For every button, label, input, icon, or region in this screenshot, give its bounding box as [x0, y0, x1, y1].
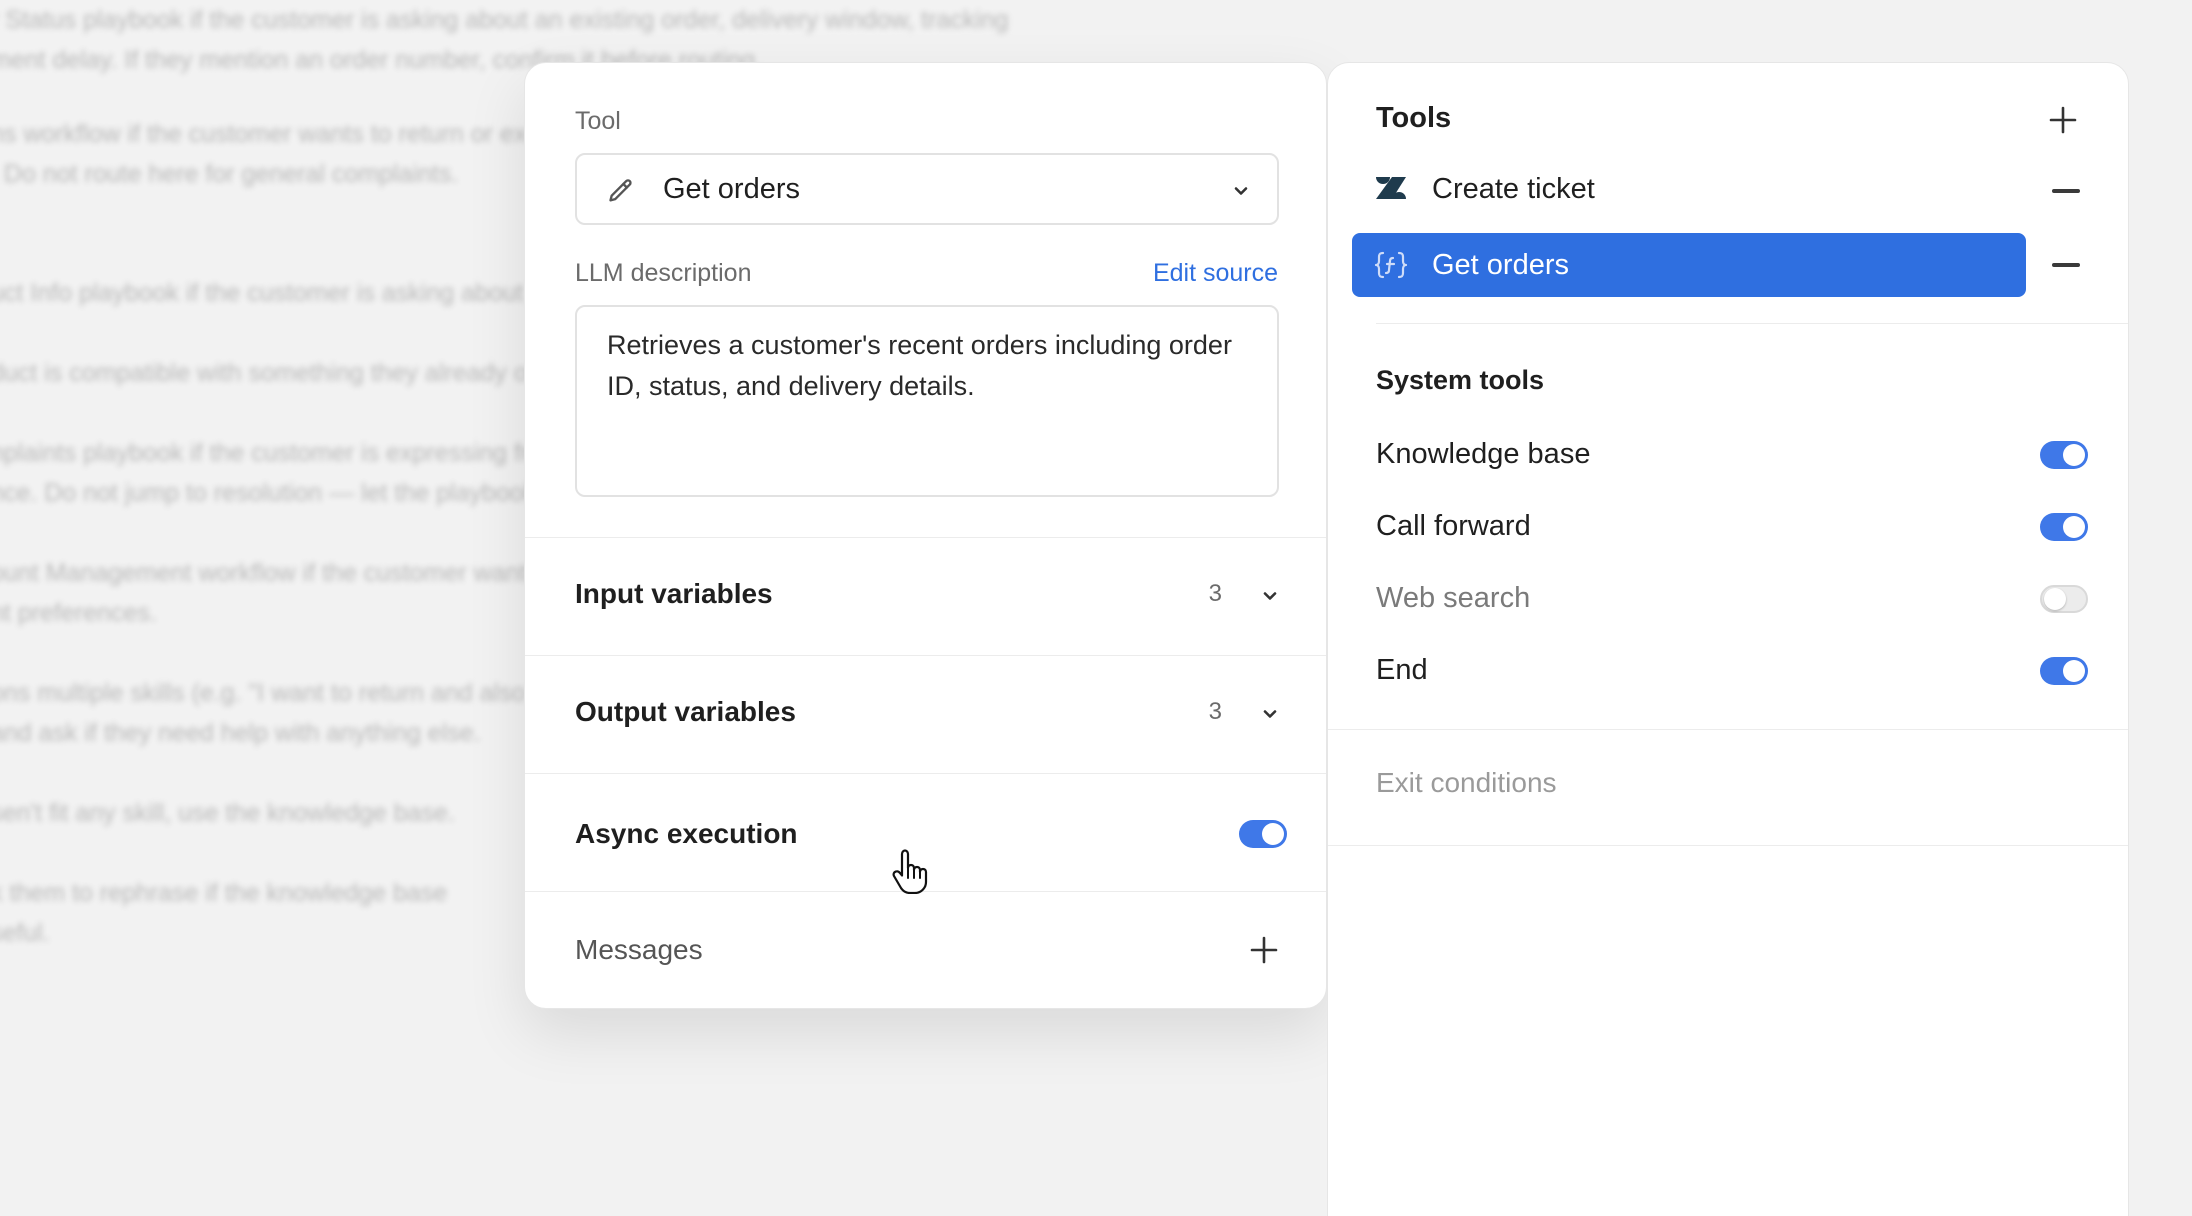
remove-tool-minus-icon[interactable] [2052, 263, 2080, 267]
web-search-toggle[interactable] [2040, 585, 2088, 613]
tools-panel: Tools Create ticket Get orders System to… [1327, 62, 2129, 1216]
tool-select-dropdown[interactable]: Get orders [575, 153, 1279, 225]
add-tool-plus-icon[interactable] [2048, 105, 2078, 135]
chevron-down-icon [1234, 187, 1248, 195]
divider [1376, 323, 2128, 324]
tool-row-get-orders[interactable]: Get orders [1352, 233, 2026, 297]
tool-label: Tool [575, 107, 621, 135]
remove-tool-minus-icon[interactable] [2052, 189, 2080, 193]
async-execution-label: Async execution [575, 818, 798, 849]
toggle-knob [2063, 660, 2085, 682]
toggle-knob [2063, 444, 2085, 466]
messages-label: Messages [575, 934, 703, 965]
async-execution-toggle[interactable] [1239, 820, 1287, 848]
system-tool-web-search: Web search [1376, 582, 1531, 614]
chevron-down-icon[interactable] [1260, 586, 1280, 606]
tool-label-create-ticket: Create ticket [1432, 173, 1595, 205]
output-variables-label: Output variables [575, 696, 796, 727]
zendesk-logo-icon [1376, 177, 1406, 199]
exit-conditions-label[interactable]: Exit conditions [1376, 767, 1557, 799]
toggle-knob [2044, 588, 2066, 610]
system-tool-knowledge-base: Knowledge base [1376, 438, 1591, 470]
call-forward-toggle[interactable] [2040, 513, 2088, 541]
system-tool-end: End [1376, 654, 1428, 686]
input-variables-count: 3 [1208, 580, 1222, 607]
llm-description-label: LLM description [575, 259, 752, 287]
edit-source-link[interactable]: Edit source [1153, 259, 1278, 288]
tools-title: Tools [1376, 102, 1452, 134]
hand-cursor-icon [892, 849, 928, 894]
output-variables-section[interactable]: Output variables 3 [525, 655, 1326, 773]
pencil-icon [609, 179, 632, 202]
divider [1328, 845, 2128, 846]
knowledge-base-toggle[interactable] [2040, 441, 2088, 469]
add-message-plus-icon[interactable] [1249, 935, 1279, 965]
selected-tool-value: Get orders [663, 172, 800, 205]
input-variables-section[interactable]: Input variables 3 [525, 537, 1326, 655]
messages-section: Messages [525, 891, 1326, 1009]
chevron-down-icon[interactable] [1260, 704, 1280, 724]
background-line: r Status playbook if the customer is ask… [0, 6, 1009, 34]
toggle-knob [2063, 516, 2085, 538]
end-toggle[interactable] [2040, 657, 2088, 685]
function-braces-icon [1374, 251, 1408, 279]
input-variables-label: Input variables [575, 578, 773, 609]
tool-label-get-orders: Get orders [1432, 249, 1569, 281]
output-variables-count: 3 [1208, 698, 1222, 725]
tool-row-create-ticket[interactable]: Create ticket [1352, 157, 2026, 221]
system-tool-call-forward: Call forward [1376, 510, 1531, 542]
llm-description-textarea[interactable]: Retrieves a customer's recent orders inc… [575, 305, 1279, 497]
toggle-knob [1262, 823, 1284, 845]
system-tools-title: System tools [1376, 365, 1545, 395]
divider [1328, 729, 2128, 730]
